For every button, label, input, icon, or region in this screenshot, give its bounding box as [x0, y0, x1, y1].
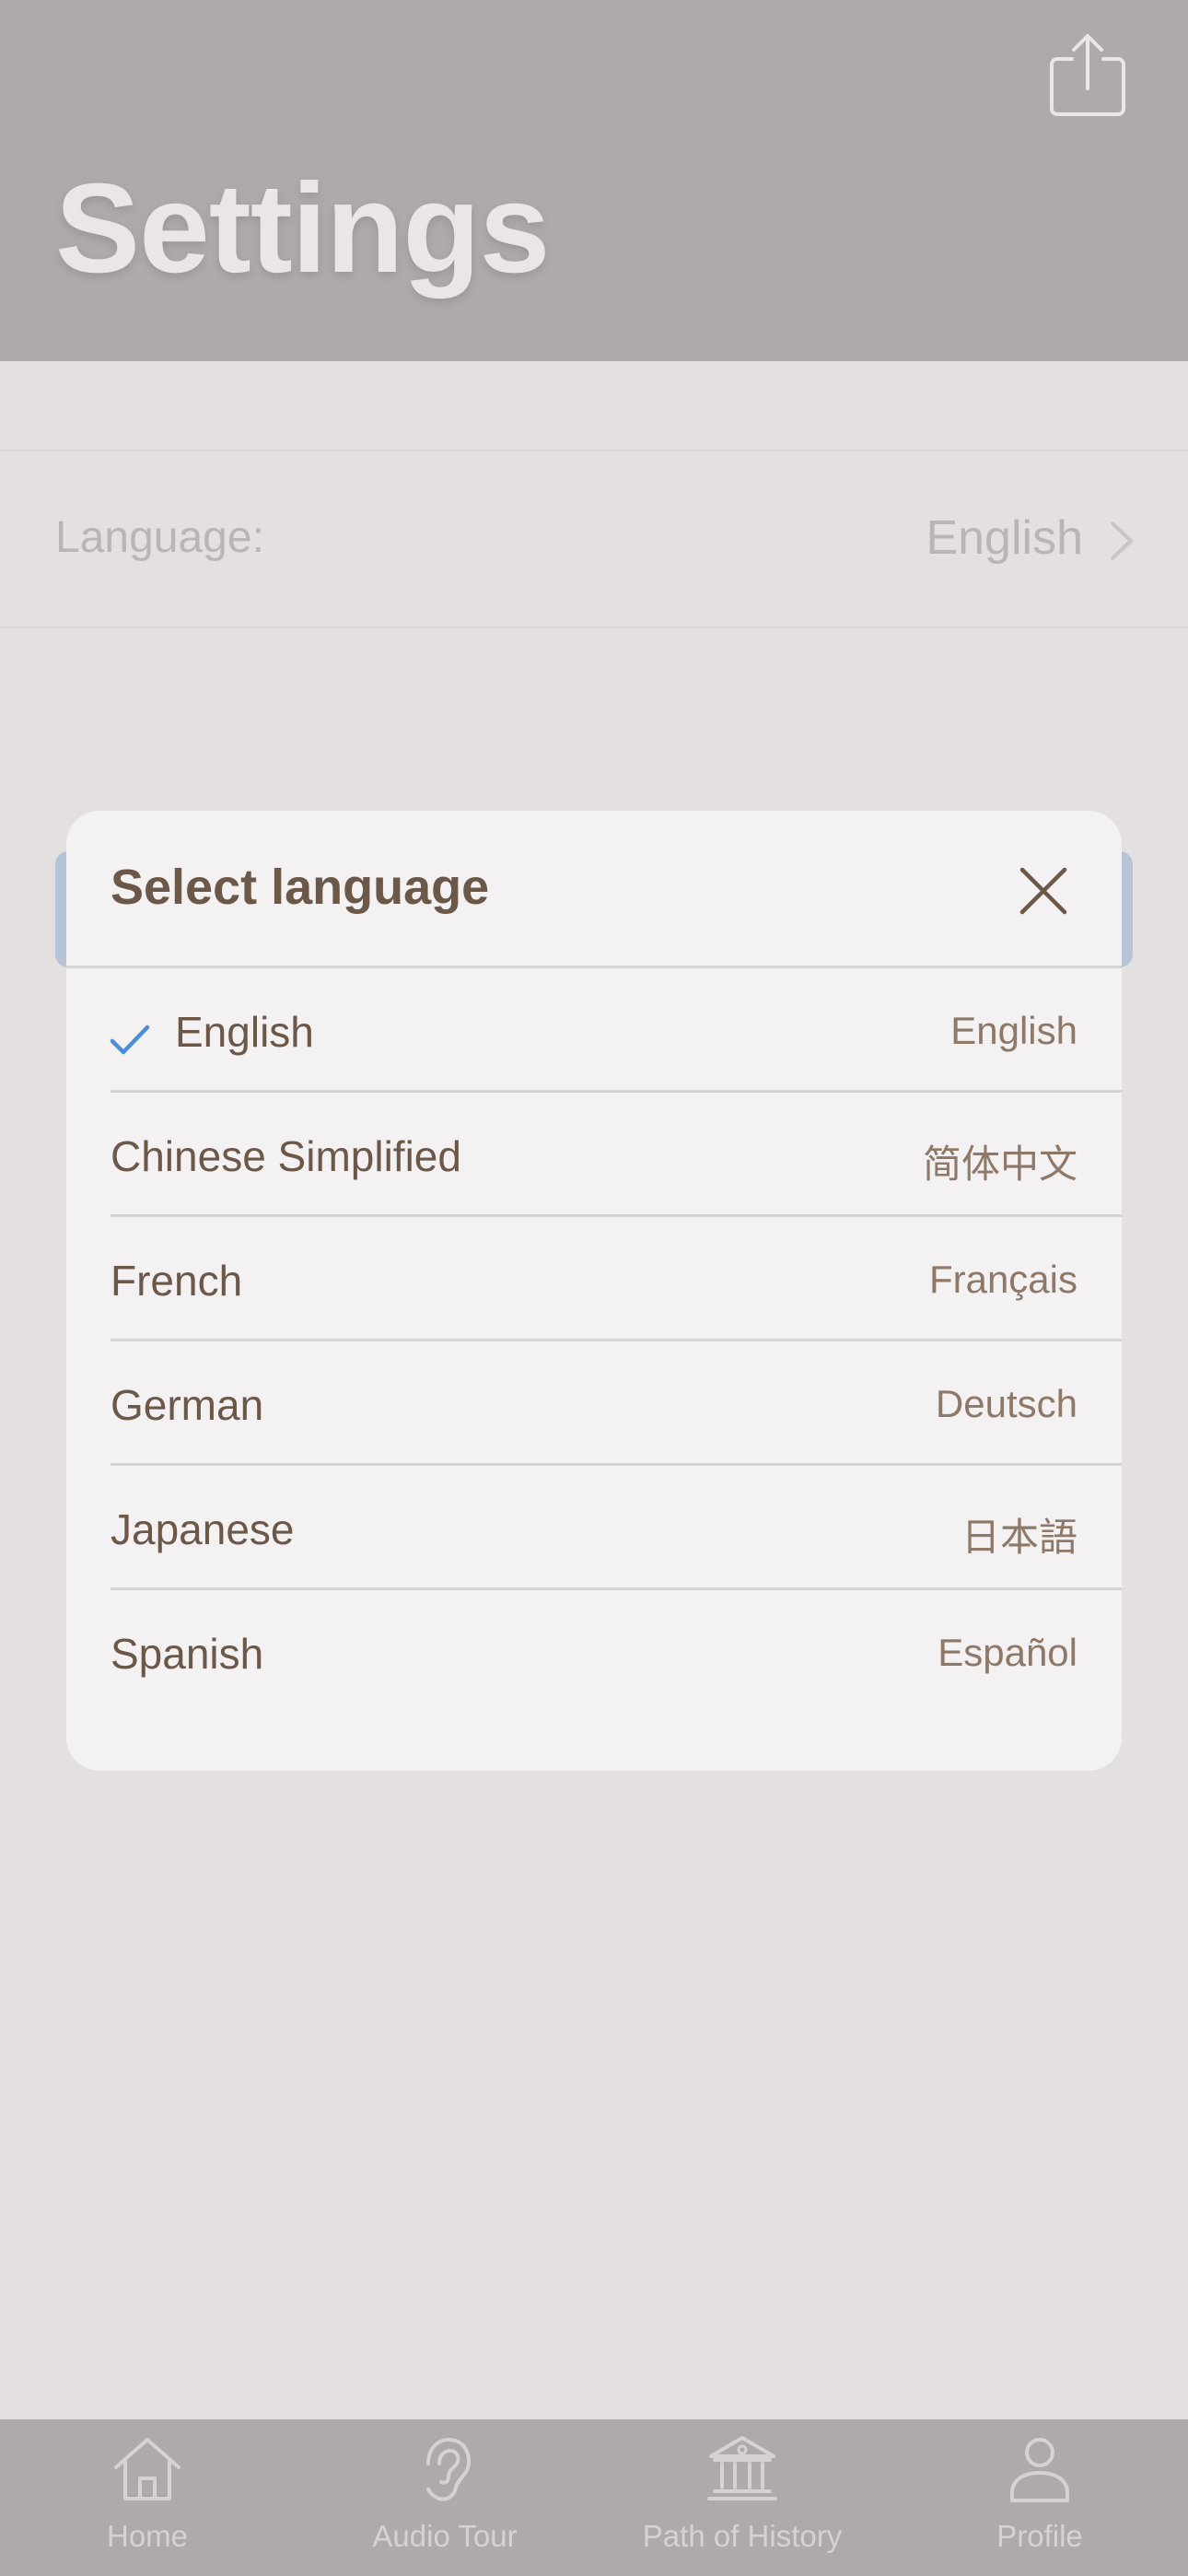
language-select-dialog: Select language English English Chinese … [66, 811, 1122, 1771]
language-native-name: 简体中文 [922, 1142, 1077, 1186]
language-option-english[interactable]: English English [66, 968, 1122, 1093]
museum-icon [707, 2436, 777, 2500]
share-button[interactable] [1046, 31, 1129, 120]
language-value: English [926, 511, 1083, 565]
language-option-chinese-simplified[interactable]: Chinese Simplified 简体中文 [66, 1093, 1122, 1217]
language-label: Language: [55, 513, 264, 562]
checkmark-icon [110, 1025, 150, 1055]
tab-audio-tour[interactable]: Audio Tour [297, 2419, 592, 2576]
language-native-name: Deutsch [935, 1382, 1077, 1425]
dialog-title: Select language [111, 860, 490, 915]
language-name: Chinese Simplified [111, 1132, 461, 1180]
divider [0, 626, 1188, 628]
divider [0, 450, 1188, 451]
language-option-spanish[interactable]: Spanish Español [66, 1590, 1122, 1715]
language-list: English English Chinese Simplified 简体中文 … [66, 968, 1122, 1715]
tab-home[interactable]: Home [0, 2419, 295, 2576]
language-name: German [111, 1381, 264, 1429]
language-name: French [111, 1257, 243, 1305]
language-setting-row[interactable]: Language: English [0, 453, 1188, 626]
language-name: English [175, 1008, 314, 1056]
tab-label: Profile [996, 2519, 1083, 2553]
chevron-right-icon [1111, 521, 1133, 560]
tab-label: Path of History [642, 2519, 843, 2553]
header: Settings [0, 0, 1188, 361]
language-option-german[interactable]: German Deutsch [66, 1341, 1122, 1466]
tab-label: Audio Tour [372, 2519, 518, 2553]
language-native-name: English [950, 1009, 1077, 1052]
tab-path-of-history[interactable]: Path of History [595, 2419, 890, 2576]
tab-profile[interactable]: Profile [892, 2419, 1187, 2576]
language-native-name: Français [928, 1258, 1077, 1301]
language-native-name: 日本語 [961, 1516, 1077, 1559]
language-name: Japanese [111, 1505, 295, 1553]
close-icon [1019, 867, 1067, 915]
language-native-name: Español [938, 1631, 1077, 1674]
person-icon [1010, 2438, 1069, 2502]
tab-label: Home [106, 2519, 189, 2553]
language-option-french[interactable]: French Français [66, 1217, 1122, 1341]
share-icon [1050, 34, 1125, 116]
page-title: Settings [55, 158, 550, 299]
dialog-header: Select language [66, 811, 1122, 968]
language-name: Spanish [111, 1630, 264, 1678]
ear-icon [426, 2437, 472, 2501]
tab-bar: Home Audio Tour Path of History Profile [0, 2419, 1188, 2576]
home-icon [114, 2438, 181, 2500]
close-button[interactable] [1011, 859, 1076, 923]
language-option-japanese[interactable]: Japanese 日本語 [66, 1466, 1122, 1590]
